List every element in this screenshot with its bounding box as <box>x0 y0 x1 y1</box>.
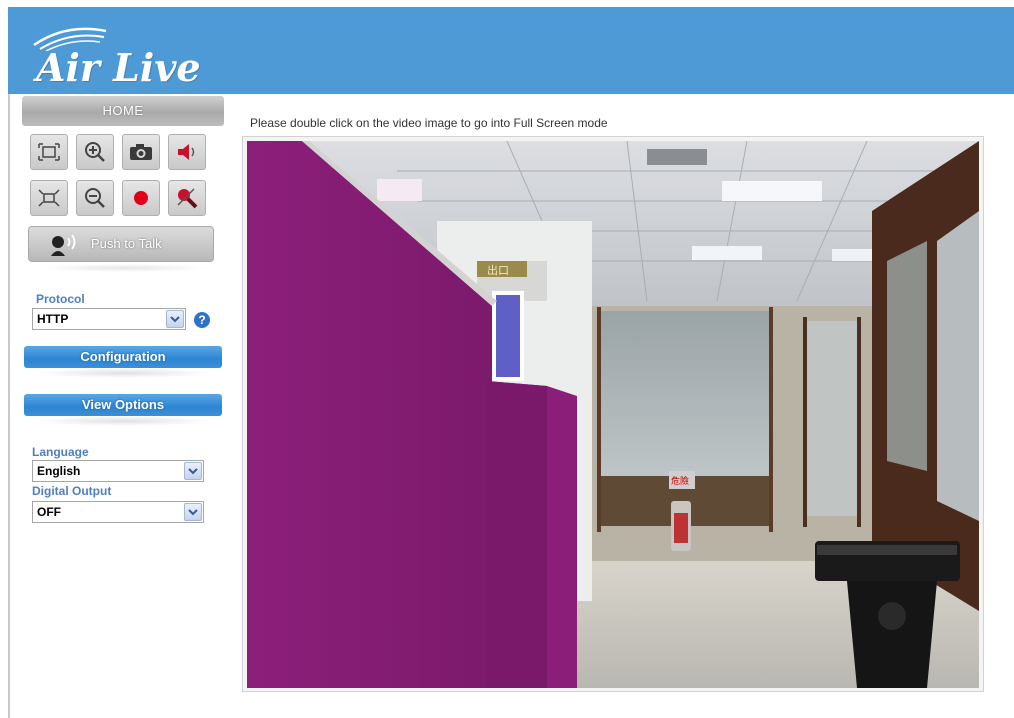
help-icon[interactable]: ? <box>194 312 210 328</box>
talk-icon <box>51 234 76 256</box>
sidebar: HOME Push to Talk Protocol HTTP ? Config… <box>20 96 224 536</box>
page-left-border <box>8 94 10 718</box>
view-options-button[interactable]: View Options <box>24 394 222 416</box>
logo-text: Air Live <box>36 45 201 90</box>
header-banner: Air Live <box>8 7 1014 94</box>
push-to-talk-shadow <box>40 264 210 272</box>
airlive-logo: Air Live <box>26 21 236 90</box>
record-button[interactable] <box>122 180 160 216</box>
chevron-down-icon[interactable] <box>184 503 202 521</box>
protocol-value: HTTP <box>37 312 69 326</box>
digital-output-value: OFF <box>37 505 61 519</box>
view-options-shadow <box>34 416 214 426</box>
microphone-mute-icon <box>177 188 198 209</box>
configuration-shadow <box>34 368 214 378</box>
fit-screen-icon <box>38 143 60 161</box>
language-label: Language <box>32 445 89 459</box>
snapshot-icon <box>130 144 152 160</box>
protocol-select[interactable]: HTTP <box>32 308 186 330</box>
door-sign-text: 危險 <box>671 475 689 487</box>
fullscreen-hint: Please double click on the video image t… <box>250 116 608 130</box>
language-value: English <box>37 464 81 478</box>
fit-screen-button[interactable] <box>30 134 68 170</box>
record-icon <box>134 191 148 205</box>
snapshot-button[interactable] <box>122 134 160 170</box>
exit-sign-text: 出口 <box>487 263 509 277</box>
zoom-out-icon <box>85 188 105 208</box>
camera-scene-image: 出口 危險 <box>247 141 979 688</box>
chevron-down-icon[interactable] <box>184 462 202 480</box>
live-video-view[interactable]: 出口 危險 <box>247 141 979 688</box>
chevron-down-icon[interactable] <box>166 310 184 328</box>
zoom-in-button[interactable] <box>76 134 114 170</box>
home-tab[interactable]: HOME <box>22 96 224 126</box>
microphone-button[interactable] <box>168 180 206 216</box>
speaker-button[interactable] <box>168 134 206 170</box>
push-to-talk-button[interactable]: Push to Talk <box>28 226 214 262</box>
digital-output-label: Digital Output <box>32 484 112 498</box>
zoom-in-icon <box>85 142 105 162</box>
configuration-button[interactable]: Configuration <box>24 346 222 368</box>
actual-size-button[interactable] <box>30 180 68 216</box>
zoom-out-button[interactable] <box>76 180 114 216</box>
speaker-icon <box>178 144 195 160</box>
actual-size-icon <box>38 189 60 207</box>
push-to-talk-label: Push to Talk <box>91 236 162 251</box>
digital-output-select[interactable]: OFF <box>32 501 204 523</box>
language-select[interactable]: English <box>32 460 204 482</box>
protocol-label: Protocol <box>36 292 85 306</box>
